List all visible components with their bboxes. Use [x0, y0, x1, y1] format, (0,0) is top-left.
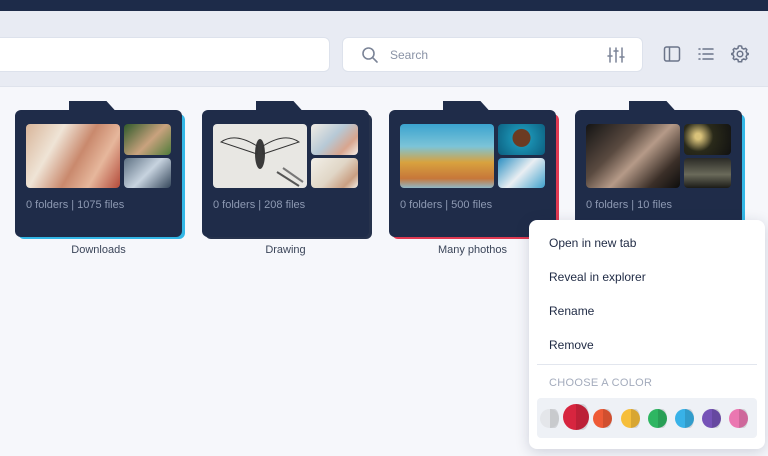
thumbnail	[213, 124, 307, 188]
folder-counts: 0 folders | 1075 files	[26, 199, 125, 211]
thumbnail	[124, 124, 171, 155]
folder-name: Downloads	[71, 244, 126, 256]
folder-card[interactable]: 0 folders | 208 files	[202, 101, 372, 239]
cicada-sketch	[219, 137, 304, 187]
menu-item-reveal-in-explorer[interactable]: Reveal in explorer	[549, 270, 646, 284]
top-bar	[0, 0, 768, 11]
color-swatch-yellow[interactable]	[621, 409, 640, 428]
menu-item-remove[interactable]: Remove	[549, 338, 594, 352]
filter-sliders-icon[interactable]	[607, 46, 625, 64]
color-swatch-pink[interactable]	[729, 409, 748, 428]
gear-icon[interactable]	[730, 44, 750, 64]
folder-card[interactable]: 0 folders | 1075 files	[15, 101, 185, 239]
color-picker	[537, 398, 757, 438]
thumbnail	[311, 124, 358, 155]
path-input[interactable]	[0, 37, 330, 72]
color-swatch-blue[interactable]	[675, 409, 694, 428]
folder-counts: 0 folders | 208 files	[213, 199, 306, 211]
thumbnail	[498, 158, 545, 188]
search-box[interactable]	[342, 37, 643, 72]
color-section-label: CHOOSE A COLOR	[549, 377, 653, 389]
toolbar	[0, 11, 768, 87]
folder-card[interactable]: 0 folders | 500 files	[389, 101, 559, 239]
thumbnail	[586, 124, 680, 188]
folder-name: Drawing	[265, 244, 306, 256]
thumbnail	[124, 158, 171, 188]
folder-counts: 0 folders | 500 files	[400, 199, 493, 211]
folder-counts: 0 folders | 10 files	[586, 199, 673, 211]
thumbnail	[684, 158, 731, 188]
thumbnail	[26, 124, 120, 188]
search-input[interactable]	[390, 45, 590, 65]
folder-card[interactable]: 0 folders | 10 files	[575, 101, 745, 239]
color-swatch-red[interactable]	[563, 404, 589, 430]
list-view-icon[interactable]	[696, 44, 716, 64]
menu-divider	[537, 364, 757, 365]
menu-item-open-new-tab[interactable]: Open in new tab	[549, 236, 636, 250]
thumbnail	[311, 158, 358, 188]
color-swatch-orange[interactable]	[593, 409, 612, 428]
color-swatch-green[interactable]	[648, 409, 667, 428]
color-swatch-purple[interactable]	[702, 409, 721, 428]
thumbnail	[498, 124, 545, 155]
panel-icon[interactable]	[662, 44, 682, 64]
search-icon	[362, 47, 378, 63]
thumbnail	[400, 124, 494, 188]
context-menu: Open in new tab Reveal in explorer Renam…	[529, 220, 765, 449]
color-swatch-none[interactable]	[540, 409, 559, 428]
menu-item-rename[interactable]: Rename	[549, 304, 594, 318]
thumbnail	[684, 124, 731, 155]
